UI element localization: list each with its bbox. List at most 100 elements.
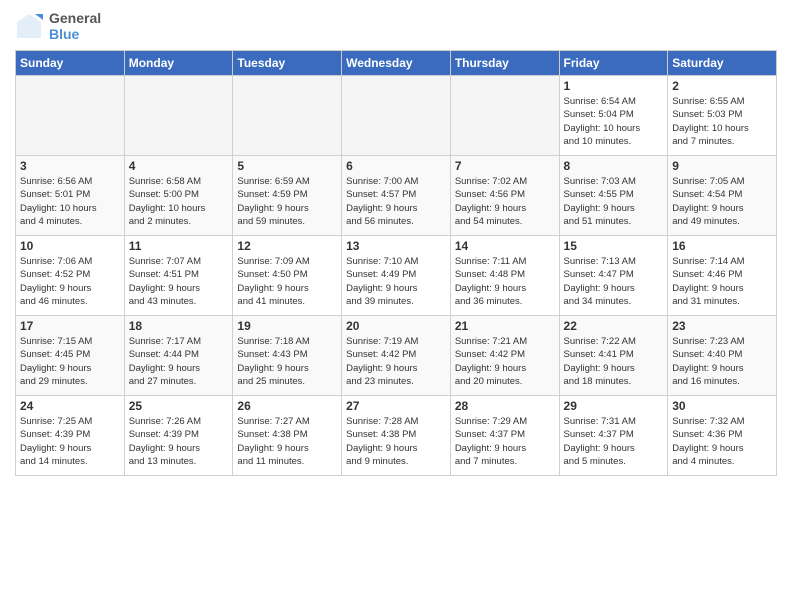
day-info: Sunrise: 7:06 AM Sunset: 4:52 PM Dayligh… — [20, 255, 120, 308]
day-info: Sunrise: 6:55 AM Sunset: 5:03 PM Dayligh… — [672, 95, 772, 148]
calendar-cell — [16, 76, 125, 156]
day-number: 1 — [564, 79, 664, 93]
day-number: 20 — [346, 319, 446, 333]
day-info: Sunrise: 7:09 AM Sunset: 4:50 PM Dayligh… — [237, 255, 337, 308]
day-info: Sunrise: 7:02 AM Sunset: 4:56 PM Dayligh… — [455, 175, 555, 228]
calendar-cell: 25 Sunrise: 7:26 AM Sunset: 4:39 PM Dayli… — [124, 396, 233, 476]
weekday-header-friday: Friday — [559, 51, 668, 76]
day-number: 8 — [564, 159, 664, 173]
calendar-cell: 28Sunrise: 7:29 AM Sunset: 4:37 PM Dayli… — [450, 396, 559, 476]
day-number: 2 — [672, 79, 772, 93]
day-info: Sunrise: 7:13 AM Sunset: 4:47 PM Dayligh… — [564, 255, 664, 308]
day-number: 12 — [237, 239, 337, 253]
calendar-week-row: 24 Sunrise: 7:25 AM Sunset: 4:39 PM Dayli… — [16, 396, 777, 476]
calendar-cell: 19 Sunrise: 7:18 AM Sunset: 4:43 PM Dayli… — [233, 316, 342, 396]
day-number: 15 — [564, 239, 664, 253]
calendar-cell: 12 Sunrise: 7:09 AM Sunset: 4:50 PM Dayli… — [233, 236, 342, 316]
calendar-cell: 6 Sunrise: 7:00 AM Sunset: 4:57 PM Daylig… — [342, 156, 451, 236]
day-number: 4 — [129, 159, 229, 173]
day-info: Sunrise: 7:32 AM Sunset: 4:36 PM Dayligh… — [672, 415, 772, 468]
calendar-cell: 20 Sunrise: 7:19 AM Sunset: 4:42 PM Dayli… — [342, 316, 451, 396]
day-info: Sunrise: 7:25 AM Sunset: 4:39 PM Dayligh… — [20, 415, 120, 468]
day-number: 30 — [672, 399, 772, 413]
weekday-header-saturday: Saturday — [668, 51, 777, 76]
day-info: Sunrise: 7:07 AM Sunset: 4:51 PM Dayligh… — [129, 255, 229, 308]
weekday-header-tuesday: Tuesday — [233, 51, 342, 76]
calendar-cell — [124, 76, 233, 156]
day-info: Sunrise: 7:23 AM Sunset: 4:40 PM Dayligh… — [672, 335, 772, 388]
day-info: Sunrise: 7:15 AM Sunset: 4:45 PM Dayligh… — [20, 335, 120, 388]
weekday-header-monday: Monday — [124, 51, 233, 76]
calendar-cell — [342, 76, 451, 156]
calendar-cell: 4 Sunrise: 6:58 AM Sunset: 5:00 PM Daylig… — [124, 156, 233, 236]
calendar-cell: 29Sunrise: 7:31 AM Sunset: 4:37 PM Dayli… — [559, 396, 668, 476]
day-number: 14 — [455, 239, 555, 253]
day-info: Sunrise: 6:58 AM Sunset: 5:00 PM Dayligh… — [129, 175, 229, 228]
day-info: Sunrise: 7:26 AM Sunset: 4:39 PM Dayligh… — [129, 415, 229, 468]
calendar-cell: 5Sunrise: 6:59 AM Sunset: 4:59 PM Daylig… — [233, 156, 342, 236]
day-number: 17 — [20, 319, 120, 333]
weekday-header-row: SundayMondayTuesdayWednesdayThursdayFrid… — [16, 51, 777, 76]
day-number: 21 — [455, 319, 555, 333]
day-info: Sunrise: 6:54 AM Sunset: 5:04 PM Dayligh… — [564, 95, 664, 148]
day-number: 19 — [237, 319, 337, 333]
day-number: 5 — [237, 159, 337, 173]
day-info: Sunrise: 7:05 AM Sunset: 4:54 PM Dayligh… — [672, 175, 772, 228]
calendar-cell: 18Sunrise: 7:17 AM Sunset: 4:44 PM Dayli… — [124, 316, 233, 396]
calendar-week-row: 1 Sunrise: 6:54 AM Sunset: 5:04 PM Daylig… — [16, 76, 777, 156]
calendar-cell: 11 Sunrise: 7:07 AM Sunset: 4:51 PM Dayli… — [124, 236, 233, 316]
calendar-cell: 22 Sunrise: 7:22 AM Sunset: 4:41 PM Dayli… — [559, 316, 668, 396]
day-info: Sunrise: 7:19 AM Sunset: 4:42 PM Dayligh… — [346, 335, 446, 388]
day-number: 28 — [455, 399, 555, 413]
day-number: 7 — [455, 159, 555, 173]
day-number: 9 — [672, 159, 772, 173]
day-info: Sunrise: 7:22 AM Sunset: 4:41 PM Dayligh… — [564, 335, 664, 388]
day-number: 18 — [129, 319, 229, 333]
calendar-cell: 3 Sunrise: 6:56 AM Sunset: 5:01 PM Daylig… — [16, 156, 125, 236]
weekday-header-thursday: Thursday — [450, 51, 559, 76]
day-number: 11 — [129, 239, 229, 253]
main-container: General Blue SundayMondayTuesdayWednesda… — [0, 0, 792, 486]
day-number: 22 — [564, 319, 664, 333]
day-number: 23 — [672, 319, 772, 333]
calendar-week-row: 17 Sunrise: 7:15 AM Sunset: 4:45 PM Dayli… — [16, 316, 777, 396]
calendar-cell: 14 Sunrise: 7:11 AM Sunset: 4:48 PM Dayli… — [450, 236, 559, 316]
day-info: Sunrise: 7:00 AM Sunset: 4:57 PM Dayligh… — [346, 175, 446, 228]
calendar-cell: 15 Sunrise: 7:13 AM Sunset: 4:47 PM Dayli… — [559, 236, 668, 316]
calendar-cell: 7 Sunrise: 7:02 AM Sunset: 4:56 PM Daylig… — [450, 156, 559, 236]
day-number: 27 — [346, 399, 446, 413]
calendar-cell: 24 Sunrise: 7:25 AM Sunset: 4:39 PM Dayli… — [16, 396, 125, 476]
calendar-cell: 9 Sunrise: 7:05 AM Sunset: 4:54 PM Daylig… — [668, 156, 777, 236]
header-area: General Blue — [15, 10, 777, 42]
day-info: Sunrise: 7:18 AM Sunset: 4:43 PM Dayligh… — [237, 335, 337, 388]
day-info: Sunrise: 7:28 AM Sunset: 4:38 PM Dayligh… — [346, 415, 446, 468]
calendar-cell: 2 Sunrise: 6:55 AM Sunset: 5:03 PM Daylig… — [668, 76, 777, 156]
calendar-cell: 23 Sunrise: 7:23 AM Sunset: 4:40 PM Dayli… — [668, 316, 777, 396]
calendar-cell: 10 Sunrise: 7:06 AM Sunset: 4:52 PM Dayli… — [16, 236, 125, 316]
logo-icon — [15, 12, 43, 40]
calendar-cell: 1 Sunrise: 6:54 AM Sunset: 5:04 PM Daylig… — [559, 76, 668, 156]
calendar-week-row: 10 Sunrise: 7:06 AM Sunset: 4:52 PM Dayli… — [16, 236, 777, 316]
logo-general-text: General — [49, 10, 101, 26]
calendar-cell: 27 Sunrise: 7:28 AM Sunset: 4:38 PM Dayli… — [342, 396, 451, 476]
day-info: Sunrise: 7:03 AM Sunset: 4:55 PM Dayligh… — [564, 175, 664, 228]
day-info: Sunrise: 6:56 AM Sunset: 5:01 PM Dayligh… — [20, 175, 120, 228]
day-number: 25 — [129, 399, 229, 413]
day-info: Sunrise: 7:31 AM Sunset: 4:37 PM Dayligh… — [564, 415, 664, 468]
day-number: 6 — [346, 159, 446, 173]
logo-blue-text: Blue — [49, 26, 101, 42]
weekday-header-wednesday: Wednesday — [342, 51, 451, 76]
logo: General Blue — [15, 10, 101, 42]
calendar-week-row: 3 Sunrise: 6:56 AM Sunset: 5:01 PM Daylig… — [16, 156, 777, 236]
day-number: 26 — [237, 399, 337, 413]
calendar-table: SundayMondayTuesdayWednesdayThursdayFrid… — [15, 50, 777, 476]
day-info: Sunrise: 7:14 AM Sunset: 4:46 PM Dayligh… — [672, 255, 772, 308]
day-info: Sunrise: 7:10 AM Sunset: 4:49 PM Dayligh… — [346, 255, 446, 308]
day-number: 24 — [20, 399, 120, 413]
day-number: 3 — [20, 159, 120, 173]
day-number: 10 — [20, 239, 120, 253]
calendar-cell: 26Sunrise: 7:27 AM Sunset: 4:38 PM Dayli… — [233, 396, 342, 476]
weekday-header-sunday: Sunday — [16, 51, 125, 76]
day-info: Sunrise: 7:11 AM Sunset: 4:48 PM Dayligh… — [455, 255, 555, 308]
day-number: 16 — [672, 239, 772, 253]
